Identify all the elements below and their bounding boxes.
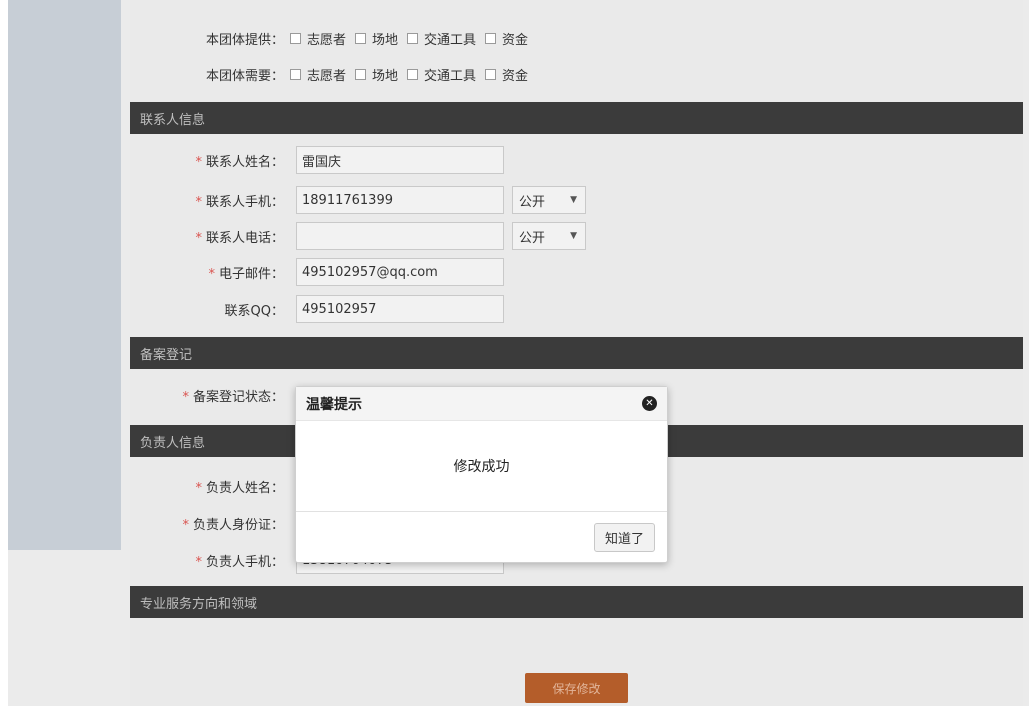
email-row: * 电子邮件：: [130, 260, 290, 284]
required-mark: *: [195, 194, 202, 210]
email-field[interactable]: 495102957@qq.com: [296, 258, 504, 286]
principal-id-label: 负责人身份证：: [192, 517, 284, 533]
left-sidebar: [8, 0, 121, 550]
save-button[interactable]: 保存修改: [525, 673, 628, 703]
contact-mobile-visibility-select[interactable]: 公开 ▼: [512, 186, 586, 214]
contact-mobile-row: * 联系人手机：: [130, 188, 290, 212]
required-mark: *: [195, 554, 202, 570]
section-record: 备案登记: [130, 337, 1023, 369]
record-status-row: * 备案登记状态：: [130, 383, 290, 407]
provide-option-volunteer[interactable]: 志愿者: [290, 29, 346, 48]
provide-option-funds[interactable]: 资金: [485, 29, 528, 48]
principal-mobile-row: * 负责人手机：: [130, 548, 290, 572]
qq-field[interactable]: 495102957: [296, 295, 504, 323]
ok-button[interactable]: 知道了: [593, 523, 655, 552]
notice-dialog: 温馨提示 ✕ 修改成功 知道了: [295, 386, 668, 563]
principal-name-label: 负责人姓名：: [205, 480, 284, 496]
checkbox[interactable]: [485, 32, 497, 44]
required-mark: *: [195, 480, 202, 496]
chevron-down-icon: ▼: [570, 195, 577, 205]
contact-name-row: * 联系人姓名：: [130, 148, 290, 172]
chevron-down-icon: ▼: [570, 231, 577, 241]
page: 本团体提供： 志愿者 场地 交通工具 资金 本团体需要： 志愿者 场地 交通工具…: [0, 0, 1029, 706]
contact-mobile-label: 联系人手机：: [205, 194, 284, 210]
record-status-label: 备案登记状态：: [192, 389, 284, 405]
email-label: 电子邮件：: [218, 266, 284, 282]
required-mark: *: [182, 517, 189, 533]
need-option-funds[interactable]: 资金: [485, 65, 528, 84]
provide-option-venue[interactable]: 场地: [355, 29, 398, 48]
provide-label: 本团体提供：: [205, 32, 284, 48]
principal-name-row: * 负责人姓名：: [130, 474, 290, 498]
need-label: 本团体需要：: [205, 68, 284, 84]
required-mark: *: [195, 230, 202, 246]
checkbox[interactable]: [355, 32, 367, 44]
contact-phone-row: * 联系人电话：: [130, 224, 290, 248]
need-option-transport[interactable]: 交通工具: [407, 65, 476, 84]
principal-id-row: * 负责人身份证：: [130, 511, 290, 535]
provide-row: 本团体提供： 志愿者 场地 交通工具 资金: [130, 26, 537, 50]
contact-mobile-field[interactable]: 18911761399: [296, 186, 504, 214]
required-mark: *: [182, 389, 189, 405]
close-icon[interactable]: ✕: [642, 396, 657, 411]
need-row: 本团体需要： 志愿者 场地 交通工具 资金: [130, 62, 537, 86]
dialog-footer: 知道了: [296, 512, 667, 562]
qq-label: 联系QQ：: [224, 303, 284, 319]
checkbox[interactable]: [290, 68, 301, 80]
checkbox[interactable]: [355, 68, 367, 80]
checkbox[interactable]: [407, 68, 419, 80]
contact-name-label: 联系人姓名：: [205, 154, 284, 170]
checkbox[interactable]: [290, 32, 301, 44]
section-service: 专业服务方向和领域: [130, 586, 1023, 618]
qq-row: 联系QQ：: [130, 297, 290, 321]
provide-option-transport[interactable]: 交通工具: [407, 29, 476, 48]
need-option-volunteer[interactable]: 志愿者: [290, 65, 346, 84]
required-mark: *: [208, 266, 215, 282]
contact-name-field[interactable]: 雷国庆: [296, 146, 504, 174]
need-option-venue[interactable]: 场地: [355, 65, 398, 84]
checkbox[interactable]: [407, 32, 419, 44]
contact-phone-label: 联系人电话：: [205, 230, 284, 246]
principal-mobile-label: 负责人手机：: [205, 554, 284, 570]
checkbox[interactable]: [485, 68, 497, 80]
dialog-title: 温馨提示: [296, 387, 667, 421]
contact-phone-visibility-select[interactable]: 公开 ▼: [512, 222, 586, 250]
section-contact: 联系人信息: [130, 102, 1023, 134]
dialog-message: 修改成功: [296, 421, 667, 512]
contact-phone-field[interactable]: [296, 222, 504, 250]
required-mark: *: [195, 154, 202, 170]
